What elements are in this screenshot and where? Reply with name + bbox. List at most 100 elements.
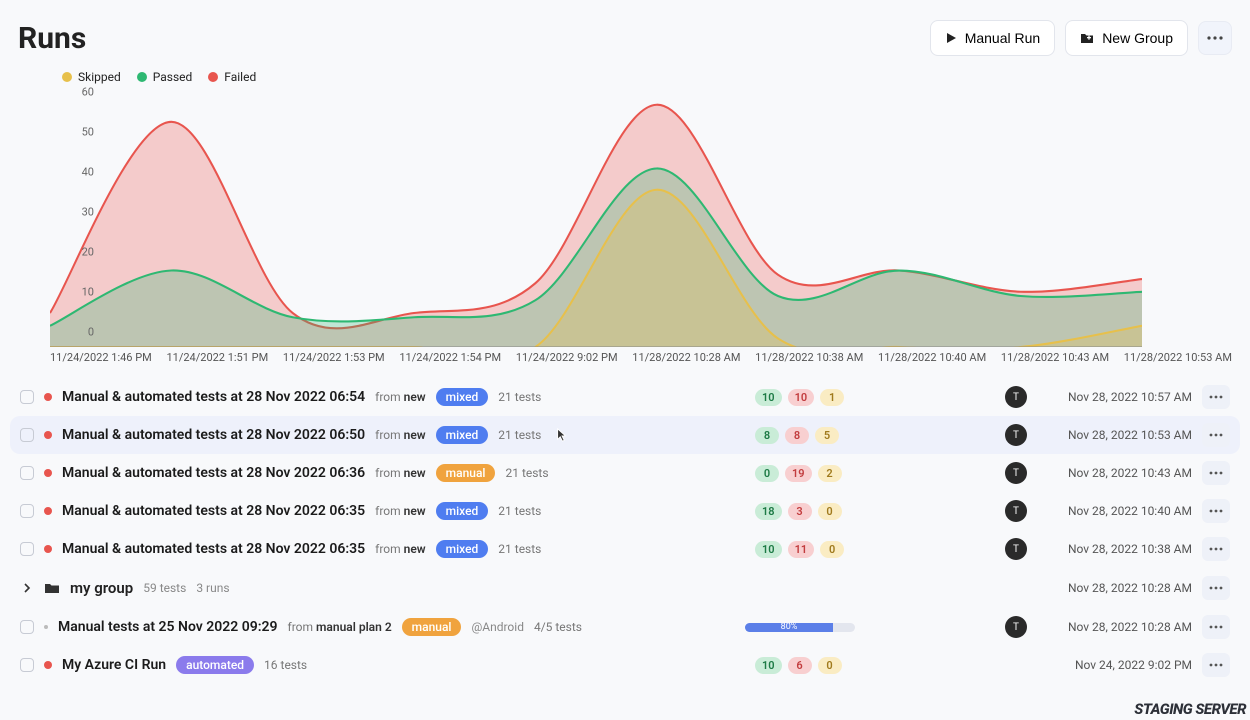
run-name: Manual & automated tests at 28 Nov 2022 … xyxy=(62,427,365,443)
manual-run-button[interactable]: Manual Run xyxy=(930,20,1056,56)
x-tick: 11/24/2022 1:54 PM xyxy=(399,351,501,364)
run-timestamp: Nov 24, 2022 9:02 PM xyxy=(1047,658,1192,672)
row-checkbox[interactable] xyxy=(20,428,34,442)
new-group-button[interactable]: New Group xyxy=(1065,20,1188,56)
run-row[interactable]: Manual tests at 25 Nov 2022 09:29 from m… xyxy=(10,608,1240,646)
skip-count: 2 xyxy=(818,465,842,482)
chevron-right-icon[interactable] xyxy=(20,581,34,595)
legend-skipped: Skipped xyxy=(78,70,121,84)
y-tick: 40 xyxy=(82,166,100,179)
row-more-button[interactable] xyxy=(1202,537,1230,561)
result-counts: 8 8 5 xyxy=(755,427,855,444)
avatar[interactable]: T xyxy=(1005,500,1027,522)
more-button[interactable] xyxy=(1198,21,1232,55)
runs-chart: Skipped Passed Failed 0102030405060 11/2… xyxy=(0,70,1250,364)
skip-count: 1 xyxy=(820,389,844,406)
y-tick: 30 xyxy=(82,206,100,219)
group-row[interactable]: my group 59 tests 3 runs Nov 28, 2022 10… xyxy=(10,568,1240,608)
new-group-label: New Group xyxy=(1102,30,1173,46)
manual-run-label: Manual Run xyxy=(965,30,1041,46)
staging-server-label: STAGING SERVER xyxy=(1134,700,1246,718)
avatar[interactable]: T xyxy=(1005,386,1027,408)
x-tick: 11/28/2022 10:28 AM xyxy=(632,351,740,364)
status-dot-failed xyxy=(44,661,52,669)
pass-count: 18 xyxy=(755,503,782,520)
skip-count: 0 xyxy=(820,541,844,558)
run-timestamp: Nov 28, 2022 10:40 AM xyxy=(1047,504,1192,518)
avatar[interactable]: T xyxy=(1005,462,1027,484)
run-name: Manual tests at 25 Nov 2022 09:29 xyxy=(58,619,278,635)
avatar[interactable]: T xyxy=(1005,616,1027,638)
tests-count: 4/5 tests xyxy=(534,620,582,634)
row-checkbox[interactable] xyxy=(20,504,34,518)
run-name: Manual & automated tests at 28 Nov 2022 … xyxy=(62,389,365,405)
run-row[interactable]: Manual & automated tests at 28 Nov 2022 … xyxy=(10,416,1240,454)
y-tick: 20 xyxy=(82,246,100,259)
skip-count: 0 xyxy=(818,657,842,674)
run-name: Manual & automated tests at 28 Nov 2022 … xyxy=(62,465,365,481)
run-type-tag: automated xyxy=(176,656,254,674)
status-dot-failed xyxy=(44,393,52,401)
run-type-tag: mixed xyxy=(436,540,489,558)
fail-count: 6 xyxy=(788,657,812,674)
run-timestamp: Nov 28, 2022 10:53 AM xyxy=(1047,428,1192,442)
progress-bar: 80% xyxy=(745,623,855,632)
chart-legend: Skipped Passed Failed xyxy=(62,70,1232,84)
run-row[interactable]: Manual & automated tests at 28 Nov 2022 … xyxy=(10,530,1240,568)
from-text: from new xyxy=(375,466,426,480)
from-text: from new xyxy=(375,428,426,442)
row-more-button[interactable] xyxy=(1202,653,1230,677)
y-tick: 50 xyxy=(82,126,100,139)
row-more-button[interactable] xyxy=(1202,461,1230,485)
legend-dot-passed xyxy=(137,72,147,82)
row-checkbox[interactable] xyxy=(20,658,34,672)
legend-dot-skipped xyxy=(62,72,72,82)
avatar[interactable]: T xyxy=(1005,538,1027,560)
header-actions: Manual Run New Group xyxy=(930,20,1232,56)
pass-count: 10 xyxy=(755,657,782,674)
skip-count: 5 xyxy=(815,427,839,444)
row-checkbox[interactable] xyxy=(20,620,34,634)
row-more-button[interactable] xyxy=(1202,423,1230,447)
status-dot-failed xyxy=(44,431,52,439)
row-more-button[interactable] xyxy=(1202,615,1230,639)
tests-count: 21 tests xyxy=(505,466,548,480)
tests-count: 21 tests xyxy=(498,504,541,518)
status-dot-failed xyxy=(44,545,52,553)
result-counts: 18 3 0 xyxy=(755,503,855,520)
run-timestamp: Nov 28, 2022 10:43 AM xyxy=(1047,466,1192,480)
status-dot-failed xyxy=(44,469,52,477)
result-counts: 10 6 0 xyxy=(755,657,855,674)
run-row[interactable]: Manual & automated tests at 28 Nov 2022 … xyxy=(10,492,1240,530)
group-timestamp: Nov 28, 2022 10:28 AM xyxy=(1047,581,1192,595)
fail-count: 11 xyxy=(788,541,815,558)
run-name: Manual & automated tests at 28 Nov 2022 … xyxy=(62,541,365,557)
run-row[interactable]: Manual & automated tests at 28 Nov 2022 … xyxy=(10,454,1240,492)
row-more-button[interactable] xyxy=(1202,385,1230,409)
run-row[interactable]: Manual & automated tests at 28 Nov 2022 … xyxy=(10,378,1240,416)
avatar[interactable]: T xyxy=(1005,424,1027,446)
run-row[interactable]: My Azure CI Run automated 16 tests 10 6 … xyxy=(10,646,1240,684)
row-more-button[interactable] xyxy=(1202,499,1230,523)
folder-icon xyxy=(44,581,60,595)
cursor-icon xyxy=(555,427,569,443)
dots-icon xyxy=(1207,36,1223,40)
play-icon xyxy=(945,32,957,44)
row-more-button[interactable] xyxy=(1202,576,1230,600)
row-checkbox[interactable] xyxy=(20,466,34,480)
new-folder-icon xyxy=(1080,32,1094,44)
y-tick: 60 xyxy=(82,86,100,99)
chart-area[interactable] xyxy=(50,92,1142,347)
row-checkbox[interactable] xyxy=(20,542,34,556)
run-type-tag: mixed xyxy=(436,426,489,444)
fail-count: 8 xyxy=(785,427,809,444)
tests-count: 21 tests xyxy=(498,542,541,556)
x-tick: 11/28/2022 10:38 AM xyxy=(755,351,863,364)
row-checkbox[interactable] xyxy=(20,390,34,404)
x-tick: 11/24/2022 1:53 PM xyxy=(283,351,385,364)
group-runs: 3 runs xyxy=(196,581,229,595)
run-type-tag: mixed xyxy=(436,502,489,520)
group-tests: 59 tests xyxy=(143,581,186,595)
runs-list: Manual & automated tests at 28 Nov 2022 … xyxy=(0,364,1250,684)
y-tick: 10 xyxy=(82,286,100,299)
